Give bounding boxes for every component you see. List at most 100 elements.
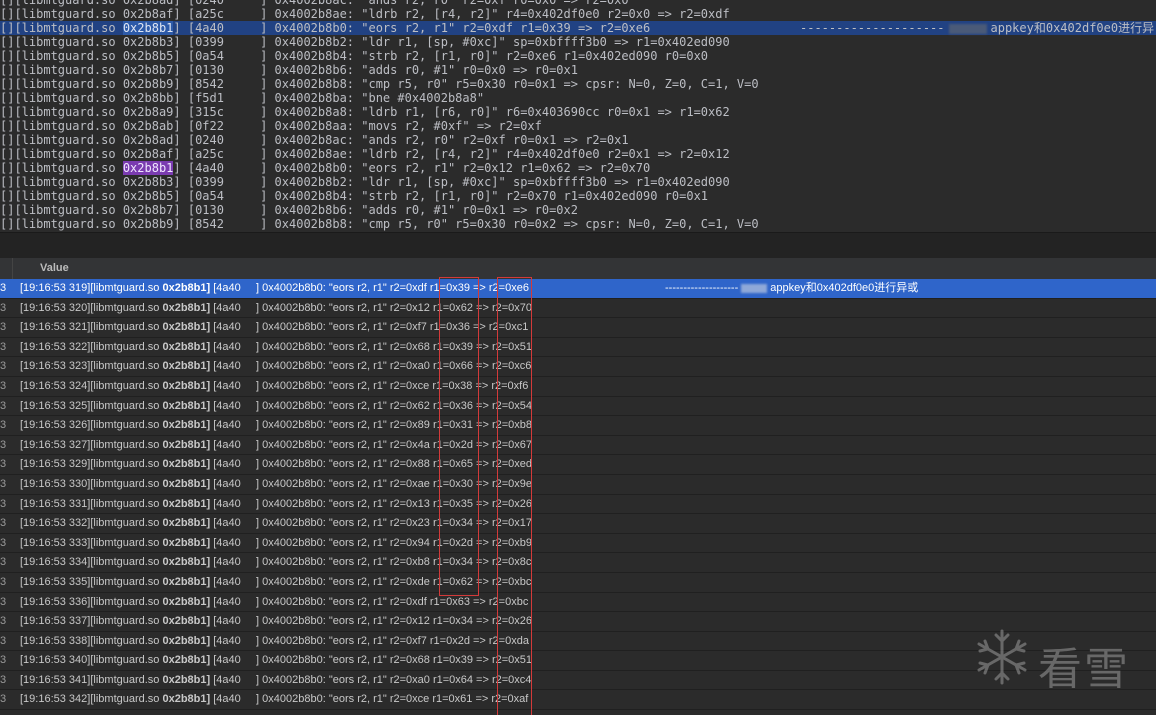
trace-line[interactable]: [][libmtguard.so 0x2b8b9] [8542 ] 0x4002… — [0, 217, 1156, 231]
table-row[interactable]: 3 [19:16:53 324][libmtguard.so 0x2b8b1] [… — [0, 377, 1156, 397]
table-row[interactable]: 3 [19:16:53 321][libmtguard.so 0x2b8b1] [… — [0, 318, 1156, 338]
row-index: 3 — [0, 379, 7, 392]
value-column-header[interactable]: Value — [40, 258, 69, 279]
index-column-header[interactable] — [0, 258, 13, 279]
row-instruction: [4a40 ] 0x4002b8b0: "eors r2, r1" r2=0x8… — [210, 458, 533, 471]
trace-line[interactable]: [][libmtguard.so 0x2b8b5] [0a54 ] 0x4002… — [0, 189, 1156, 203]
row-timestamp: [19:16:53 319][libmtguard.so — [20, 282, 163, 294]
trace-line[interactable]: [][libmtguard.so 0x2b8ad] [0240 ] 0x4002… — [0, 0, 1156, 7]
trace-line[interactable]: [][libmtguard.so 0x2b8b1] [4a40 ] 0x4002… — [0, 161, 1156, 175]
trace-line-offset: 0x2b8b7 — [122, 63, 174, 77]
row-value: [19:16:53 335][libmtguard.so 0x2b8b1] [4… — [20, 573, 531, 593]
trace-line-instruction: ] [a25c ] 0x4002b8ae: "ldrb r2, [r4, r2]… — [173, 7, 730, 21]
trace-line-prefix: [][libmtguard.so — [0, 0, 123, 7]
trace-line-offset: 0x2b8bb — [122, 91, 174, 105]
row-offset: 0x2b8b1] — [162, 321, 211, 334]
trace-line-prefix: [][libmtguard.so — [0, 119, 123, 133]
trace-line[interactable]: [][libmtguard.so 0x2b8b1] [4a40 ] 0x4002… — [0, 21, 1156, 35]
table-row[interactable]: 3 [19:16:53 326][libmtguard.so 0x2b8b1] [… — [0, 416, 1156, 436]
redacted-text — [741, 283, 768, 293]
trace-line[interactable]: [][libmtguard.so 0x2b8af] [a25c ] 0x4002… — [0, 7, 1156, 21]
row-instruction: [4a40 ] 0x4002b8b0: "eors r2, r1" r2=0x1… — [210, 497, 533, 510]
row-timestamp: [19:16:53 338][libmtguard.so — [20, 634, 163, 647]
trace-line-offset: 0x2b8b1 — [122, 161, 174, 175]
trace-line[interactable]: [][libmtguard.so 0x2b8b7] [0130 ] 0x4002… — [0, 203, 1156, 217]
trace-line-prefix: [][libmtguard.so — [0, 175, 123, 189]
row-timestamp: [19:16:53 334][libmtguard.so — [20, 556, 163, 569]
row-timestamp: [19:16:53 341][libmtguard.so — [20, 673, 163, 686]
trace-line-offset: 0x2b8b7 — [122, 203, 174, 217]
row-timestamp: [19:16:53 340][libmtguard.so — [20, 654, 163, 667]
trace-line[interactable]: [][libmtguard.so 0x2b8b3] [0399 ] 0x4002… — [0, 175, 1156, 189]
row-index: 3 — [0, 419, 7, 432]
row-offset: 0x2b8b1] — [162, 634, 211, 647]
trace-line-prefix: [][libmtguard.so — [0, 189, 123, 203]
row-instruction: [4a40 ] 0x4002b8b0: "eors r2, r1" r2=0xd… — [210, 595, 529, 608]
table-row[interactable]: 3 [19:16:53 335][libmtguard.so 0x2b8b1] [… — [0, 573, 1156, 593]
table-row[interactable]: 3 [19:16:53 329][libmtguard.so 0x2b8b1] [… — [0, 455, 1156, 475]
row-instruction: [4a40 ] 0x4002b8b0: "eors r2, r1" r2=0x6… — [210, 654, 533, 667]
row-instruction: [4a40 ] 0x4002b8b0: "eors r2, r1" r2=0xd… — [210, 575, 532, 588]
table-row[interactable]: 3 [19:16:53 322][libmtguard.so 0x2b8b1] [… — [0, 338, 1156, 358]
trace-line[interactable]: [][libmtguard.so 0x2b8a9] [315c ] 0x4002… — [0, 105, 1156, 119]
row-instruction: [4a40 ] 0x4002b8b0: "eors r2, r1" r2=0xb… — [210, 556, 532, 569]
row-instruction: [4a40 ] 0x4002b8b0: "eors r2, r1" r2=0x2… — [210, 517, 533, 530]
trace-line-prefix: [][libmtguard.so — [0, 63, 123, 77]
trace-line-instruction: ] [0a54 ] 0x4002b8b4: "strb r2, [r1, r0]… — [173, 189, 709, 203]
row-index: 3 — [0, 321, 7, 334]
table-row[interactable]: 3 [19:16:53 330][libmtguard.so 0x2b8b1] [… — [0, 475, 1156, 495]
table-row[interactable]: 3 [19:16:53 320][libmtguard.so 0x2b8b1] [… — [0, 299, 1156, 319]
trace-line[interactable]: [][libmtguard.so 0x2b8b3] [0399 ] 0x4002… — [0, 35, 1156, 49]
table-row[interactable]: 3 [19:16:53 334][libmtguard.so 0x2b8b1] [… — [0, 553, 1156, 573]
row-timestamp: [19:16:53 325][libmtguard.so — [20, 399, 163, 412]
row-instruction: [4a40 ] 0x4002b8b0: "eors r2, r1" r2=0x1… — [210, 301, 533, 314]
table-row[interactable]: 3 [19:16:53 319][libmtguard.so 0x2b8b1] [… — [0, 279, 1156, 299]
trace-line[interactable]: [][libmtguard.so 0x2b8ad] [0240 ] 0x4002… — [0, 133, 1156, 147]
trace-line[interactable]: [][libmtguard.so 0x2b8af] [a25c ] 0x4002… — [0, 147, 1156, 161]
trace-lines: [][libmtguard.so 0x2b8ad] [0240 ] 0x4002… — [0, 0, 1156, 231]
row-instruction: [4a40 ] 0x4002b8b0: "eors r2, r1" r2=0x6… — [210, 399, 533, 412]
trace-line[interactable]: [][libmtguard.so 0x2b8b5] [0a54 ] 0x4002… — [0, 49, 1156, 63]
row-timestamp: [19:16:53 329][libmtguard.so — [20, 458, 163, 471]
trace-line-offset: 0x2b8a9 — [122, 105, 174, 119]
row-offset: 0x2b8b1] — [162, 615, 211, 628]
row-offset: 0x2b8b1] — [162, 595, 211, 608]
trace-line-prefix: [][libmtguard.so — [0, 21, 123, 35]
row-value: [19:16:53 340][libmtguard.so 0x2b8b1] [4… — [20, 651, 532, 671]
row-instruction: [4a40 ] 0x4002b8b0: "eors r2, r1" r2=0xd… — [210, 282, 529, 294]
row-index: 3 — [0, 654, 7, 667]
row-index: 3 — [0, 477, 7, 490]
table-row[interactable]: 3 [19:16:53 325][libmtguard.so 0x2b8b1] [… — [0, 397, 1156, 417]
trace-log-pane[interactable]: [][libmtguard.so 0x2b8ad] [0240 ] 0x4002… — [0, 0, 1156, 232]
table-row[interactable]: 3 [19:16:53 342][libmtguard.so 0x2b8b1] [… — [0, 690, 1156, 711]
row-index: 3 — [0, 497, 7, 510]
row-offset: 0x2b8b1] — [162, 301, 211, 314]
snowflake-icon — [977, 629, 1027, 685]
table-row[interactable]: 3 [19:16:53 332][libmtguard.so 0x2b8b1] [… — [0, 514, 1156, 534]
trace-line-instruction: ] [315c ] 0x4002b8a8: "ldrb r1, [r6, r0]… — [173, 105, 730, 119]
row-timestamp: [19:16:53 335][libmtguard.so — [20, 575, 163, 588]
trace-line-instruction: ] [4a40 ] 0x4002b8b0: "eors r2, r1" r2=0… — [173, 161, 651, 175]
trace-line[interactable]: [][libmtguard.so 0x2b8b7] [0130 ] 0x4002… — [0, 63, 1156, 77]
row-offset: 0x2b8b1] — [162, 536, 211, 549]
trace-line[interactable]: [][libmtguard.so 0x2b8b9] [8542 ] 0x4002… — [0, 77, 1156, 91]
row-value: [19:16:53 320][libmtguard.so 0x2b8b1] [4… — [20, 299, 532, 319]
row-index: 3 — [0, 360, 7, 373]
row-value: [19:16:53 323][libmtguard.so 0x2b8b1] [4… — [20, 357, 531, 377]
table-row[interactable]: 3 [19:16:53 323][libmtguard.so 0x2b8b1] [… — [0, 357, 1156, 377]
trace-line-instruction: ] [0f22 ] 0x4002b8aa: "movs r2, #0xf" =>… — [173, 119, 542, 133]
table-row[interactable]: 3 [19:16:53 327][libmtguard.so 0x2b8b1] [… — [0, 436, 1156, 456]
pane-splitter[interactable] — [0, 232, 1156, 259]
trace-line[interactable]: [][libmtguard.so 0x2b8ab] [0f22 ] 0x4002… — [0, 119, 1156, 133]
table-row[interactable]: 3 [19:16:53 331][libmtguard.so 0x2b8b1] [… — [0, 495, 1156, 515]
row-offset: 0x2b8b1] — [162, 497, 211, 510]
row-comment: -------------------- appkey和0x402df0e0进行异… — [665, 279, 918, 299]
table-row[interactable]: 3 [19:16:53 336][libmtguard.so 0x2b8b1] [… — [0, 593, 1156, 613]
trace-line-prefix: [][libmtguard.so — [0, 91, 123, 105]
trace-line-instruction: ] [8542 ] 0x4002b8b8: "cmp r5, r0" r5=0x… — [173, 217, 759, 231]
trace-line[interactable]: [][libmtguard.so 0x2b8bb] [f5d1 ] 0x4002… — [0, 91, 1156, 105]
row-value: [19:16:53 333][libmtguard.so 0x2b8b1] [4… — [20, 534, 532, 554]
trace-line-prefix: [][libmtguard.so — [0, 105, 123, 119]
table-row[interactable]: 3 [19:16:53 333][libmtguard.so 0x2b8b1] [… — [0, 534, 1156, 554]
trace-line-instruction: ] [0a54 ] 0x4002b8b4: "strb r2, [r1, r0]… — [173, 49, 709, 63]
